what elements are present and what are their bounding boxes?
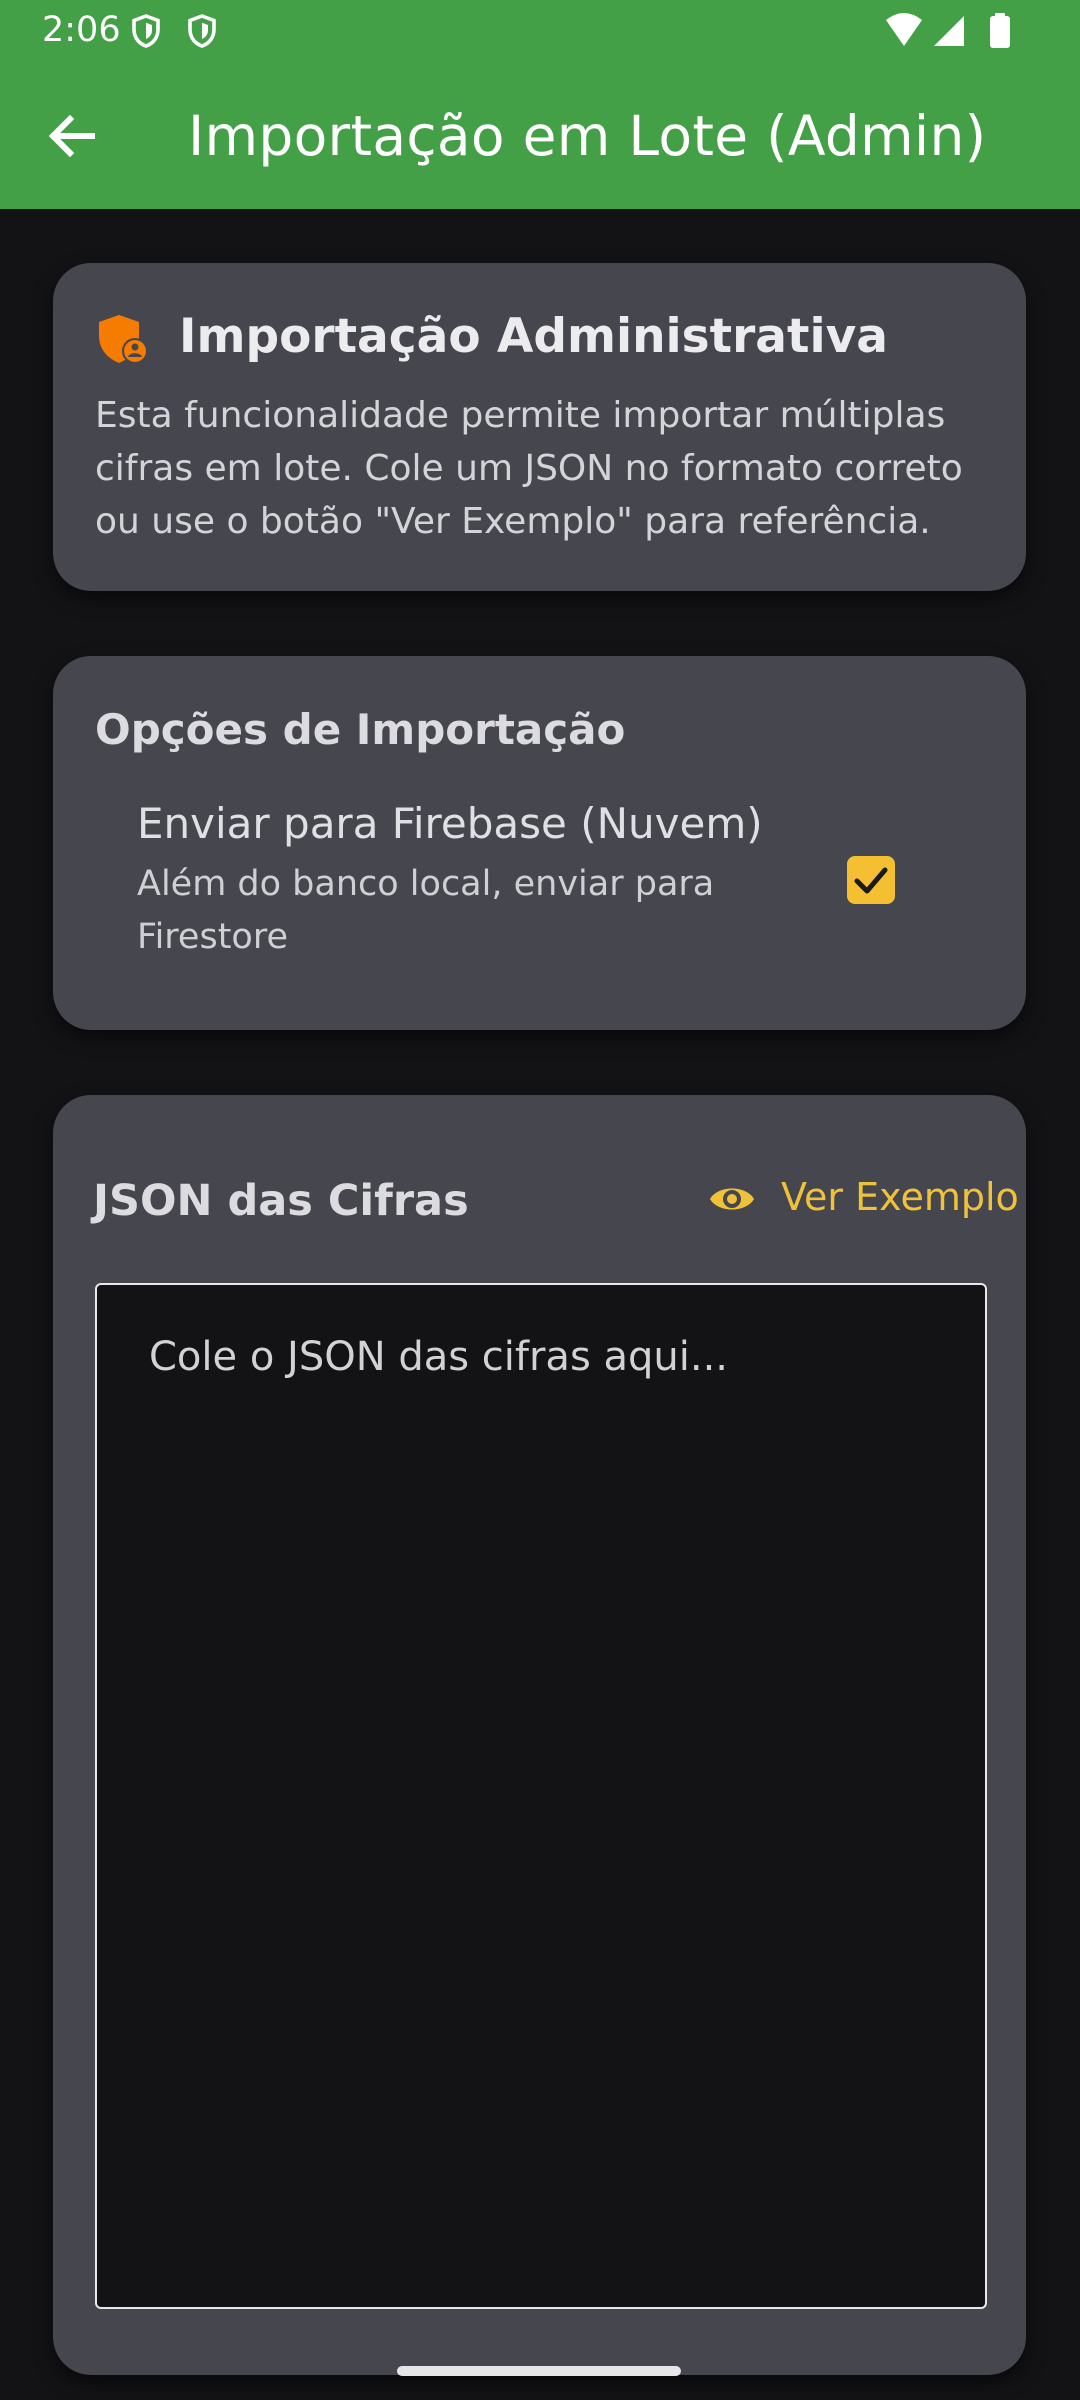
view-example-label: Ver Exemplo: [781, 1175, 1019, 1219]
home-indicator[interactable]: [397, 2366, 681, 2376]
firebase-option-label: Enviar para Firebase (Nuvem): [137, 799, 763, 848]
page-title: Importação em Lote (Admin): [188, 104, 987, 168]
app-bar: Importação em Lote (Admin): [0, 62, 1080, 209]
cellular-signal-icon: [934, 16, 964, 46]
status-time: 2:06: [42, 10, 121, 50]
view-example-button[interactable]: Ver Exemplo: [653, 1157, 1019, 1241]
wifi-icon: [886, 13, 922, 46]
json-input[interactable]: [97, 1285, 985, 2307]
shield-icon: [188, 14, 216, 48]
json-card-title: JSON das Cifras: [93, 1176, 469, 1226]
status-right-icons: [886, 13, 1010, 48]
eye-icon: [710, 1188, 754, 1210]
firebase-checkbox[interactable]: [847, 856, 895, 904]
json-input-field[interactable]: [95, 1283, 987, 2309]
admin-info-card: Importação Administrativa Esta funcional…: [53, 263, 1026, 591]
arrow-back-icon[interactable]: [36, 100, 108, 172]
status-bar: 2:06: [0, 0, 1080, 62]
check-icon: [854, 867, 888, 894]
admin-shield-icon: [99, 315, 148, 364]
info-card-description: Esta funcionalidade permite importar múl…: [95, 395, 963, 542]
json-card: JSON das Cifras Ver Exemplo: [53, 1095, 1026, 2375]
battery-icon: [990, 16, 1010, 48]
info-card-title: Importação Administrativa: [179, 309, 888, 364]
import-options-card: Opções de Importação Enviar para Firebas…: [53, 656, 1026, 1030]
shield-icon: [132, 14, 160, 48]
firebase-option-sublabel: Além do banco local, enviar para Firesto…: [137, 864, 715, 957]
options-card-title: Opções de Importação: [95, 705, 626, 754]
